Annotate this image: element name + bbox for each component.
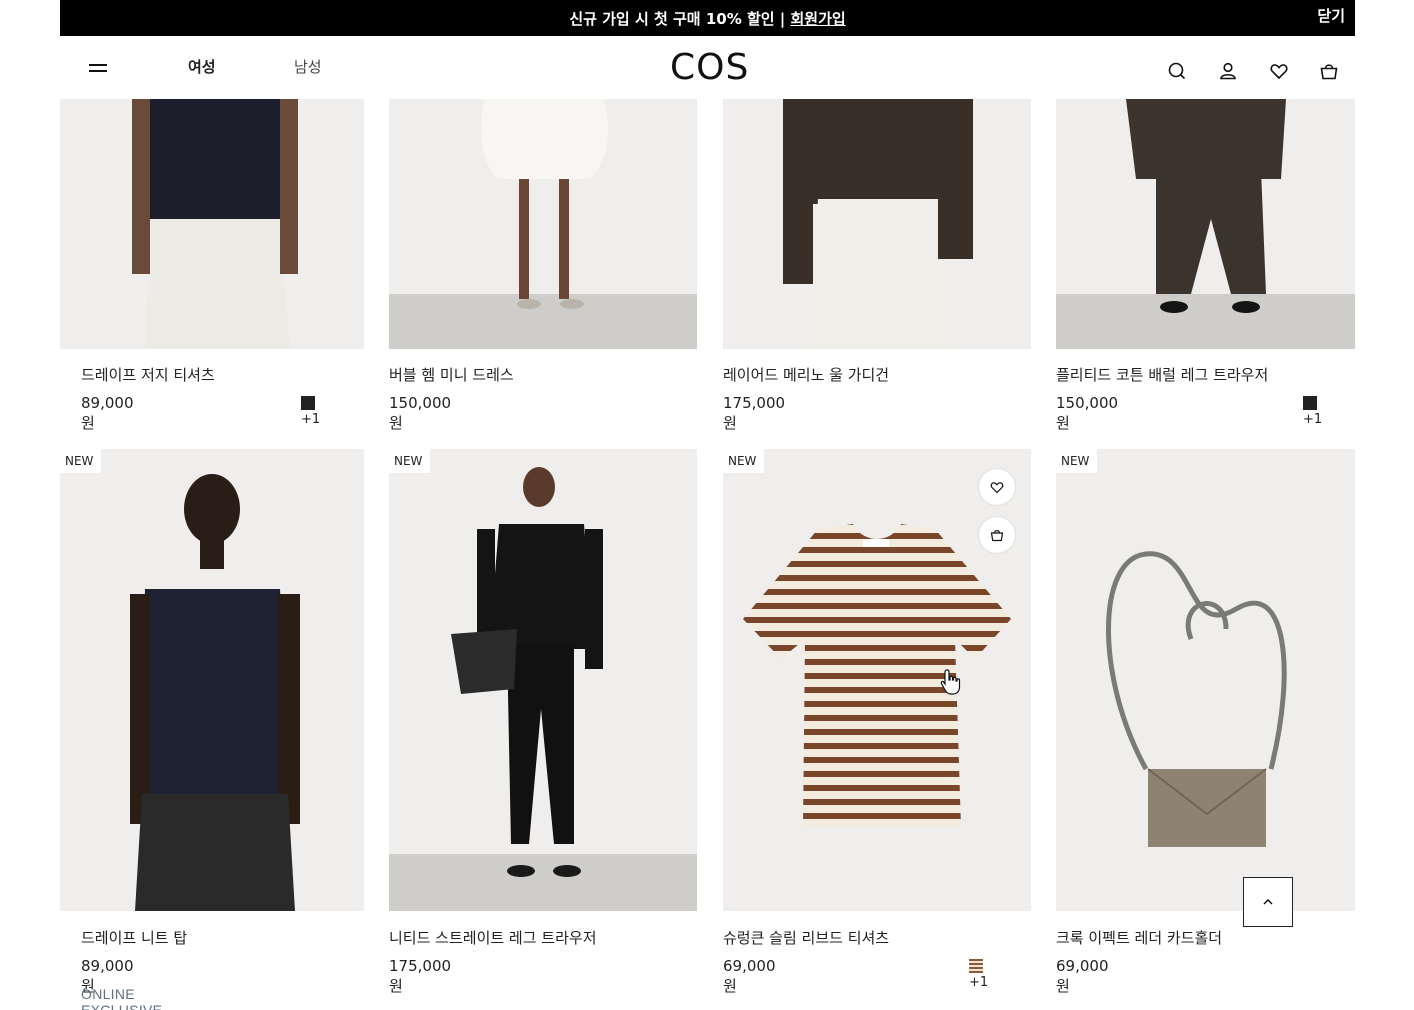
hamburger-icon[interactable] (89, 64, 107, 74)
product-image[interactable]: NEW (60, 449, 364, 911)
more-colors-count: +1 (1303, 412, 1323, 427)
product-name[interactable]: 크록 이펙트 레더 카드홀더 (1056, 927, 1222, 948)
new-badge: NEW (389, 449, 431, 473)
product-image[interactable] (60, 99, 364, 349)
signup-link[interactable]: 회원가입 (790, 10, 845, 28)
product-image[interactable] (389, 99, 697, 349)
product-name[interactable]: 버블 헴 미니 드레스 (389, 364, 514, 385)
product-name[interactable]: 드레이프 저지 티셔츠 (81, 364, 215, 385)
add-to-bag-icon[interactable] (979, 517, 1015, 553)
product-name[interactable]: 플리티드 코튼 배럴 레그 트라우저 (1056, 364, 1268, 385)
new-badge: NEW (1056, 449, 1098, 473)
close-banner-button[interactable]: 닫기 (1317, 5, 1345, 26)
back-to-top-button[interactable] (1243, 877, 1293, 927)
account-icon[interactable] (1217, 60, 1239, 82)
color-swatch[interactable] (301, 396, 315, 410)
product-image[interactable] (1056, 99, 1355, 349)
product-image[interactable]: NEW (1056, 449, 1355, 911)
product-name[interactable]: 드레이프 니트 탑 (81, 927, 187, 948)
product-name[interactable]: 슈렁큰 슬림 리브드 티셔츠 (723, 927, 889, 948)
product-price: 150,000원 (1056, 394, 1119, 432)
chevron-up-icon (1263, 898, 1273, 905)
product-price: 69,000원 (723, 957, 776, 995)
hand-pointer-icon (940, 669, 961, 695)
nav-men[interactable]: 남성 (294, 56, 322, 77)
product-name[interactable]: 레이어드 메리노 울 가디건 (723, 364, 889, 385)
promo-text: 신규 가입 시 첫 구매 10% 할인 | (569, 10, 791, 28)
product-price: 150,000원 (389, 394, 452, 432)
logo[interactable]: COS (670, 47, 749, 88)
more-colors-count: +1 (301, 412, 321, 427)
site-header: 여성 남성 COS (60, 36, 1355, 99)
search-icon[interactable] (1166, 60, 1188, 82)
color-swatches[interactable]: +1 (969, 959, 989, 990)
online-exclusive-tag: ONLINE EXCLUSIVE (81, 986, 163, 1010)
product-image[interactable]: NEW (723, 449, 1031, 911)
product-price: 175,000원 (723, 394, 786, 432)
color-swatches[interactable]: +1 (301, 396, 321, 427)
new-badge: NEW (723, 449, 765, 473)
product-price: 69,000원 (1056, 957, 1109, 995)
color-swatch[interactable] (1303, 396, 1317, 410)
product-image[interactable] (723, 99, 1031, 349)
nav-women[interactable]: 여성 (188, 56, 216, 77)
promo-message: 신규 가입 시 첫 구매 10% 할인 | 회원가입 (60, 8, 1355, 29)
product-price: 175,000원 (389, 957, 452, 995)
wishlist-heart-icon[interactable] (979, 469, 1015, 505)
promo-banner: 신규 가입 시 첫 구매 10% 할인 | 회원가입 닫기 (60, 0, 1355, 36)
product-image[interactable]: NEW (389, 449, 697, 911)
color-swatch[interactable] (969, 959, 983, 973)
color-swatches[interactable]: +1 (1303, 396, 1323, 427)
wishlist-icon[interactable] (1268, 60, 1290, 82)
product-name[interactable]: 니티드 스트레이트 레그 트라우저 (389, 927, 597, 948)
more-colors-count: +1 (969, 975, 989, 990)
bag-icon[interactable] (1318, 60, 1340, 82)
product-price: 89,000원 (81, 394, 134, 432)
new-badge: NEW (60, 449, 102, 473)
